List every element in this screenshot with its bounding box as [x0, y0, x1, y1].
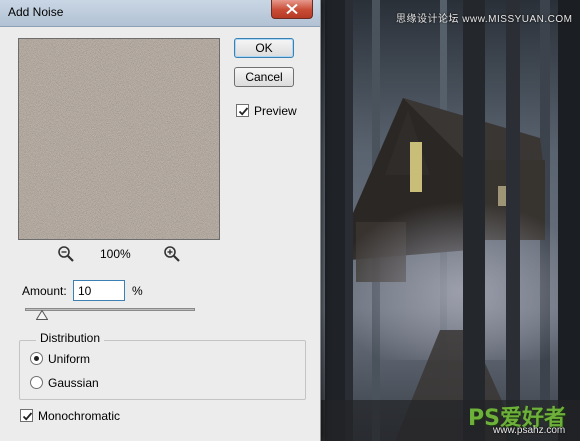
distribution-title: Distribution	[36, 331, 105, 345]
amount-input[interactable]	[73, 280, 125, 301]
close-button[interactable]	[271, 0, 313, 19]
amount-label: Amount:	[22, 284, 67, 298]
amount-slider-thumb[interactable]	[36, 310, 48, 320]
zoom-level: 100%	[100, 247, 131, 261]
noise-texture	[19, 39, 219, 239]
uniform-radio[interactable]	[30, 352, 43, 365]
watermark-url: www.psahz.com	[493, 425, 566, 436]
close-icon	[286, 4, 298, 14]
distribution-group	[19, 340, 306, 400]
zoom-out-icon[interactable]	[56, 244, 76, 264]
title-bar[interactable]: Add Noise	[0, 0, 320, 27]
zoom-in-icon[interactable]	[162, 244, 182, 264]
preview-checkbox[interactable]	[236, 104, 249, 117]
dialog-title: Add Noise	[8, 5, 64, 19]
gaussian-radio[interactable]	[30, 376, 43, 389]
checkmark-icon	[22, 412, 33, 421]
checkmark-icon	[238, 107, 249, 116]
amount-slider-track[interactable]	[25, 308, 195, 311]
gaussian-label: Gaussian	[48, 376, 99, 390]
preview-label: Preview	[254, 104, 297, 118]
monochromatic-label: Monochromatic	[38, 409, 121, 423]
add-noise-dialog: Add Noise 100% OK Cancel Preview Amount:…	[0, 0, 321, 441]
zoom-controls: 100%	[56, 244, 186, 264]
uniform-label: Uniform	[48, 352, 91, 366]
radio-selected-dot	[34, 356, 39, 361]
monochromatic-checkbox[interactable]	[20, 409, 33, 422]
amount-unit: %	[132, 284, 143, 298]
noise-preview[interactable]	[18, 38, 220, 240]
ok-button[interactable]: OK	[234, 38, 294, 58]
cancel-button[interactable]: Cancel	[234, 67, 294, 87]
watermark-top: 思缘设计论坛 www.MISSYUAN.COM	[396, 14, 573, 25]
